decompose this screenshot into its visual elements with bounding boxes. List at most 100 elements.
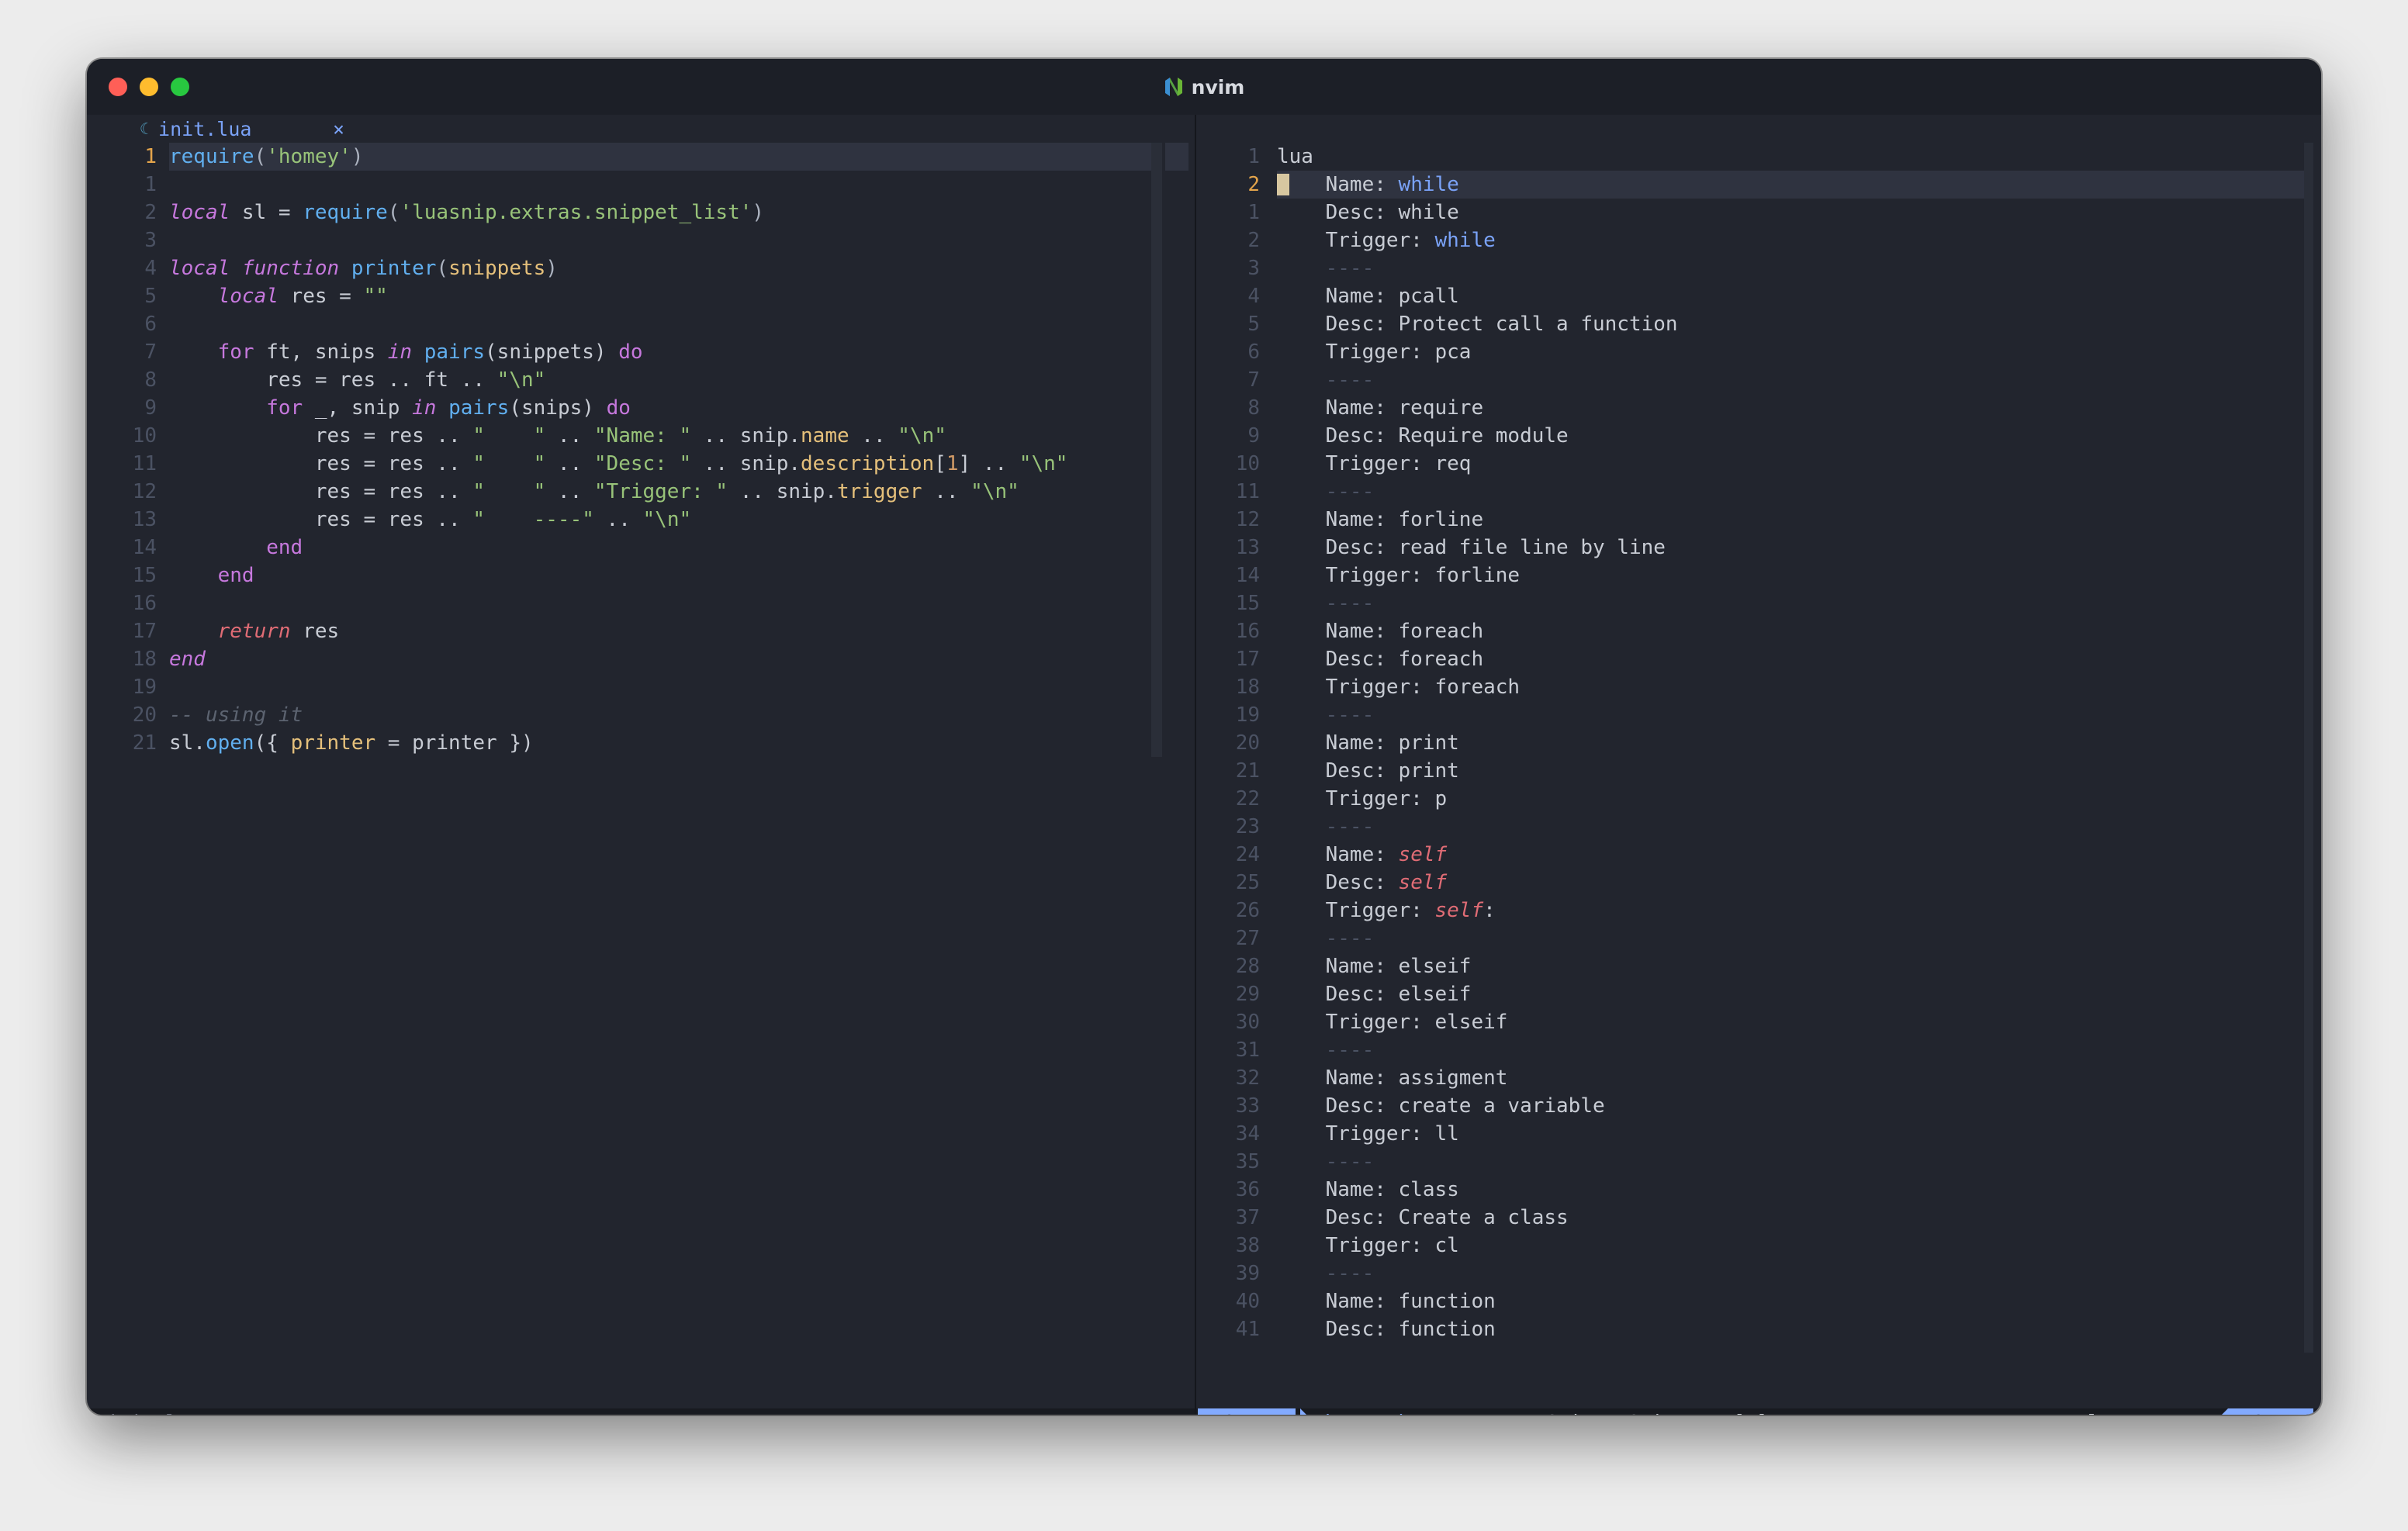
code-line[interactable]: 15 ---- bbox=[1196, 589, 2321, 617]
line-text: ---- bbox=[1277, 813, 1375, 841]
code-line[interactable]: 16 Name: foreach bbox=[1196, 617, 2321, 645]
code-line[interactable]: 40 Name: function bbox=[1196, 1287, 2321, 1315]
code-line[interactable]: 22 Trigger: p bbox=[1196, 785, 2321, 813]
code-line[interactable]: 21 sl.open({ printer = printer }) bbox=[87, 729, 1195, 757]
code-line[interactable]: 26 Trigger: self: bbox=[1196, 897, 2321, 924]
code-token: Trigger: bbox=[1277, 899, 1435, 922]
code-line[interactable]: 18 Trigger: foreach bbox=[1196, 673, 2321, 701]
code-line[interactable]: 17 return res bbox=[87, 617, 1195, 645]
code-token: Desc: elseif bbox=[1277, 983, 1472, 1006]
code-line[interactable]: 37 Desc: Create a class bbox=[1196, 1204, 2321, 1232]
line-number: 40 bbox=[1235, 1290, 1260, 1313]
code-line[interactable]: 7 ---- bbox=[1196, 366, 2321, 394]
code-line[interactable]: 15 end bbox=[87, 562, 1195, 589]
lua-file-icon: ☾ bbox=[140, 119, 150, 138]
code-line[interactable]: 31 ---- bbox=[1196, 1036, 2321, 1064]
code-line[interactable]: 10 Trigger: req bbox=[1196, 450, 2321, 478]
window-title: nvim bbox=[1191, 75, 1245, 98]
code-token: Name: class bbox=[1277, 1178, 1459, 1201]
code-token: "\n" bbox=[970, 480, 1019, 503]
code-line[interactable]: 3 bbox=[87, 226, 1195, 254]
code-line[interactable]: 30 Trigger: elseif bbox=[1196, 1008, 2321, 1036]
line-number: 33 bbox=[1235, 1094, 1260, 1118]
code-line[interactable]: 25 Desc: self bbox=[1196, 869, 2321, 897]
code-line[interactable]: 20 Name: print bbox=[1196, 729, 2321, 757]
code-line[interactable]: 4 local function printer(snippets) bbox=[87, 254, 1195, 282]
left-code-lines[interactable]: 1 require('homey') 1 2 local sl = require('l… bbox=[87, 143, 1195, 757]
code-line[interactable]: 8 res = res .. ft .. "\n" bbox=[87, 366, 1195, 394]
code-line[interactable]: 11 res = res .. " " .. "Desc: " .. snip.… bbox=[87, 450, 1195, 478]
code-line[interactable]: 10 res = res .. " " .. "Name: " .. snip.… bbox=[87, 422, 1195, 450]
code-line[interactable]: 5 Desc: Protect call a function bbox=[1196, 310, 2321, 338]
code-line[interactable]: 21 Desc: print bbox=[1196, 757, 2321, 785]
code-line[interactable]: 1 Desc: while bbox=[1196, 199, 2321, 226]
right-scrollbar[interactable] bbox=[2304, 143, 2313, 1353]
code-line[interactable]: 1 require('homey') bbox=[87, 143, 1195, 171]
code-line[interactable]: 16 bbox=[87, 589, 1195, 617]
code-line[interactable]: 17 Desc: foreach bbox=[1196, 645, 2321, 673]
right-editor-pane[interactable]: 1 lua 2 Name: while 1 Desc: while 2 Trigger:… bbox=[1196, 115, 2321, 1415]
code-token: printer bbox=[290, 731, 376, 755]
code-line[interactable]: 1 bbox=[87, 171, 1195, 199]
code-line[interactable]: 13 res = res .. " ----" .. "\n" bbox=[87, 506, 1195, 534]
code-line[interactable]: 33 Desc: create a variable bbox=[1196, 1092, 2321, 1120]
code-token: .. bbox=[545, 452, 594, 475]
code-line[interactable]: 2 Trigger: while bbox=[1196, 226, 2321, 254]
code-line[interactable]: 11 ---- bbox=[1196, 478, 2321, 506]
code-token: ) bbox=[351, 145, 364, 168]
code-line[interactable]: 18 end bbox=[87, 645, 1195, 673]
code-line[interactable]: 41 Desc: function bbox=[1196, 1315, 2321, 1343]
right-code-lines[interactable]: 1 lua 2 Name: while 1 Desc: while 2 Trigger:… bbox=[1196, 143, 2321, 1343]
line-number: 5 bbox=[1247, 313, 1260, 336]
mode-indicator: NORMAL bbox=[1198, 1408, 1296, 1415]
code-line[interactable]: 6 bbox=[87, 310, 1195, 338]
code-line[interactable]: 5 local res = "" bbox=[87, 282, 1195, 310]
left-editor-pane[interactable]: ☾ init.lua × 1 require('homey') 1 2 local sl… bbox=[87, 115, 1195, 1415]
code-line[interactable]: 38 Trigger: cl bbox=[1196, 1232, 2321, 1260]
code-line[interactable]: 14 end bbox=[87, 534, 1195, 562]
code-line[interactable]: 34 Trigger: ll bbox=[1196, 1120, 2321, 1148]
code-token: Name: bbox=[1277, 173, 1399, 196]
code-line[interactable]: 28 Name: elseif bbox=[1196, 952, 2321, 980]
line-number: 18 bbox=[1235, 676, 1260, 699]
code-line[interactable]: 1 lua bbox=[1196, 143, 2321, 171]
code-line[interactable]: 3 ---- bbox=[1196, 254, 2321, 282]
code-line[interactable]: 20 -- using it bbox=[87, 701, 1195, 729]
code-line[interactable]: 36 Name: class bbox=[1196, 1176, 2321, 1204]
left-scrollbar[interactable] bbox=[1151, 143, 1162, 757]
cursor-position: 2:1 bbox=[2228, 1408, 2313, 1415]
code-line[interactable]: 7 for ft, snips in pairs(snippets) do bbox=[87, 338, 1195, 366]
tab-init-lua[interactable]: ☾ init.lua × bbox=[140, 115, 351, 143]
code-line[interactable]: 19 bbox=[87, 673, 1195, 701]
code-line[interactable]: 8 Name: require bbox=[1196, 394, 2321, 422]
code-line[interactable]: 13 Desc: read file line by line bbox=[1196, 534, 2321, 562]
code-line[interactable]: 39 ---- bbox=[1196, 1260, 2321, 1287]
code-line[interactable]: 23 ---- bbox=[1196, 813, 2321, 841]
code-line[interactable]: 24 Name: self bbox=[1196, 841, 2321, 869]
code-token: "\n" bbox=[642, 508, 692, 531]
code-token: while bbox=[1398, 173, 1459, 196]
code-line[interactable]: 29 Desc: elseif bbox=[1196, 980, 2321, 1008]
line-text: ---- bbox=[1277, 478, 1375, 506]
code-line[interactable]: 9 Desc: Require module bbox=[1196, 422, 2321, 450]
code-token: Name: function bbox=[1277, 1290, 1496, 1313]
code-line[interactable]: 12 res = res .. " " .. "Trigger: " .. sn… bbox=[87, 478, 1195, 506]
code-line[interactable]: 32 Name: assigment bbox=[1196, 1064, 2321, 1092]
code-line[interactable]: 14 Trigger: forline bbox=[1196, 562, 2321, 589]
code-line[interactable]: 2 local sl = require('luasnip.extras.snip… bbox=[87, 199, 1195, 226]
code-token: require bbox=[303, 201, 388, 224]
code-line[interactable]: 9 for _, snip in pairs(snips) do bbox=[87, 394, 1195, 422]
tab-close-icon[interactable]: × bbox=[333, 118, 344, 140]
line-number: 16 bbox=[132, 592, 157, 615]
line-text: res = res .. " ----" .. "\n" bbox=[169, 506, 691, 534]
code-line[interactable]: 6 Trigger: pca bbox=[1196, 338, 2321, 366]
code-line[interactable]: 27 ---- bbox=[1196, 924, 2321, 952]
code-token: 'luasnip.extras.snippet_list' bbox=[400, 201, 752, 224]
code-line[interactable]: 4 Name: pcall bbox=[1196, 282, 2321, 310]
code-line[interactable]: 19 ---- bbox=[1196, 701, 2321, 729]
code-line[interactable]: 12 Name: forline bbox=[1196, 506, 2321, 534]
code-token: require bbox=[169, 145, 254, 168]
code-line[interactable]: 35 ---- bbox=[1196, 1148, 2321, 1176]
code-line[interactable]: 2 Name: while bbox=[1196, 171, 2321, 199]
